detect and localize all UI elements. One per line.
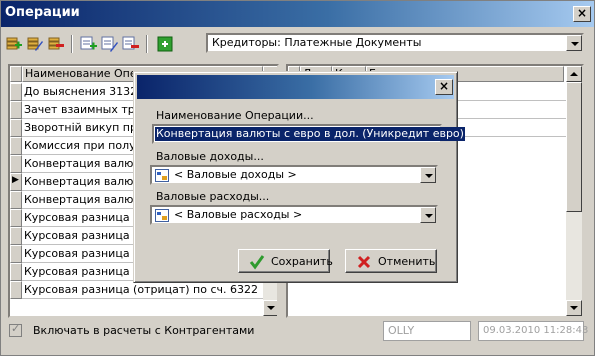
save-button[interactable]: Сохранить (238, 249, 333, 273)
include-contractors-checkbox[interactable] (9, 322, 22, 337)
expense-select[interactable]: < Валовые расходы > (150, 205, 438, 225)
right-grid-scrollbar[interactable] (566, 66, 582, 316)
row-indicator[interactable] (10, 227, 22, 245)
row-indicator[interactable] (10, 263, 22, 281)
expense-label: Валовые расходы... (156, 190, 270, 203)
window-close-button[interactable]: × (573, 6, 591, 22)
toolbar: Кредиторы: Платежные Документы (1, 29, 594, 59)
current-row-arrow-icon: ▶ (12, 175, 19, 185)
operation-name-value: Конвертация валюты с евро в дол. (Уникре… (155, 127, 465, 141)
add-child-icon (80, 36, 97, 50)
add-record-button[interactable] (5, 35, 23, 53)
timestamp-field: 09.03.2010 11:28:43 (478, 321, 588, 341)
document-type-select[interactable]: Кредиторы: Платежные Документы (206, 33, 584, 53)
delete-child-icon (122, 36, 139, 50)
delete-record-button[interactable] (47, 35, 65, 53)
scroll-up-button[interactable] (566, 66, 582, 82)
scroll-down-button[interactable] (263, 300, 277, 316)
row-indicator[interactable] (10, 191, 22, 209)
row-indicator[interactable]: ▶ (10, 173, 22, 191)
cancel-button[interactable]: Отменить (345, 249, 437, 273)
scroll-down-button[interactable] (566, 300, 582, 316)
add-record-icon (6, 37, 22, 50)
refresh-icon (157, 36, 173, 52)
refresh-button[interactable] (156, 35, 174, 53)
operation-name-input[interactable]: Конвертация валюты с евро в дол. (Уникре… (152, 124, 465, 144)
account-icon (155, 209, 169, 222)
dialog-titlebar[interactable]: × (137, 75, 454, 99)
income-label: Валовые доходы... (156, 150, 264, 163)
user-field: OLLY (383, 321, 471, 341)
toolbar-separator (71, 35, 73, 53)
chevron-down-icon[interactable] (566, 35, 582, 51)
window-title: Операции (5, 5, 80, 20)
toolbar-separator (146, 35, 148, 53)
chevron-down-icon[interactable] (420, 207, 436, 223)
expense-value: < Валовые расходы > (174, 208, 303, 221)
checkmark-icon (249, 255, 265, 270)
scroll-thumb[interactable] (566, 82, 582, 212)
row-indicator[interactable] (10, 155, 22, 173)
chevron-down-icon[interactable] (420, 167, 436, 183)
row-indicator[interactable] (10, 83, 22, 101)
document-type-value: Кредиторы: Платежные Документы (212, 36, 422, 49)
delete-child-button[interactable] (122, 35, 140, 53)
income-select[interactable]: < Валовые доходы > (150, 165, 438, 185)
edit-child-button[interactable] (101, 35, 119, 53)
row-indicator[interactable] (10, 119, 22, 137)
row-indicator[interactable] (10, 137, 22, 155)
cancel-x-icon (357, 255, 371, 269)
window-titlebar[interactable]: Операции × (1, 1, 594, 27)
table-row[interactable]: Курсовая разница (отрицат) по сч. 6322 (22, 281, 263, 299)
edit-record-button[interactable] (26, 35, 44, 53)
edit-child-icon (101, 36, 118, 52)
income-value: < Валовые доходы > (174, 168, 297, 181)
account-icon (155, 169, 169, 182)
edit-record-icon (27, 37, 43, 51)
dialog-close-button[interactable]: × (435, 79, 453, 95)
row-indicator[interactable] (10, 245, 22, 263)
save-button-label: Сохранить (271, 255, 333, 268)
edit-operation-dialog: × Наименование Операции... Конвертация в… (133, 71, 465, 283)
grid-corner (10, 66, 22, 82)
row-indicator[interactable] (10, 101, 22, 119)
delete-record-icon (48, 37, 64, 50)
add-child-button[interactable] (80, 35, 98, 53)
row-indicator[interactable] (10, 209, 22, 227)
cancel-button-label: Отменить (378, 255, 436, 268)
operation-name-label: Наименование Операции... (156, 109, 314, 122)
include-contractors-label: Включать в расчеты с Контрагентами (33, 324, 255, 337)
row-indicator[interactable] (10, 281, 22, 299)
